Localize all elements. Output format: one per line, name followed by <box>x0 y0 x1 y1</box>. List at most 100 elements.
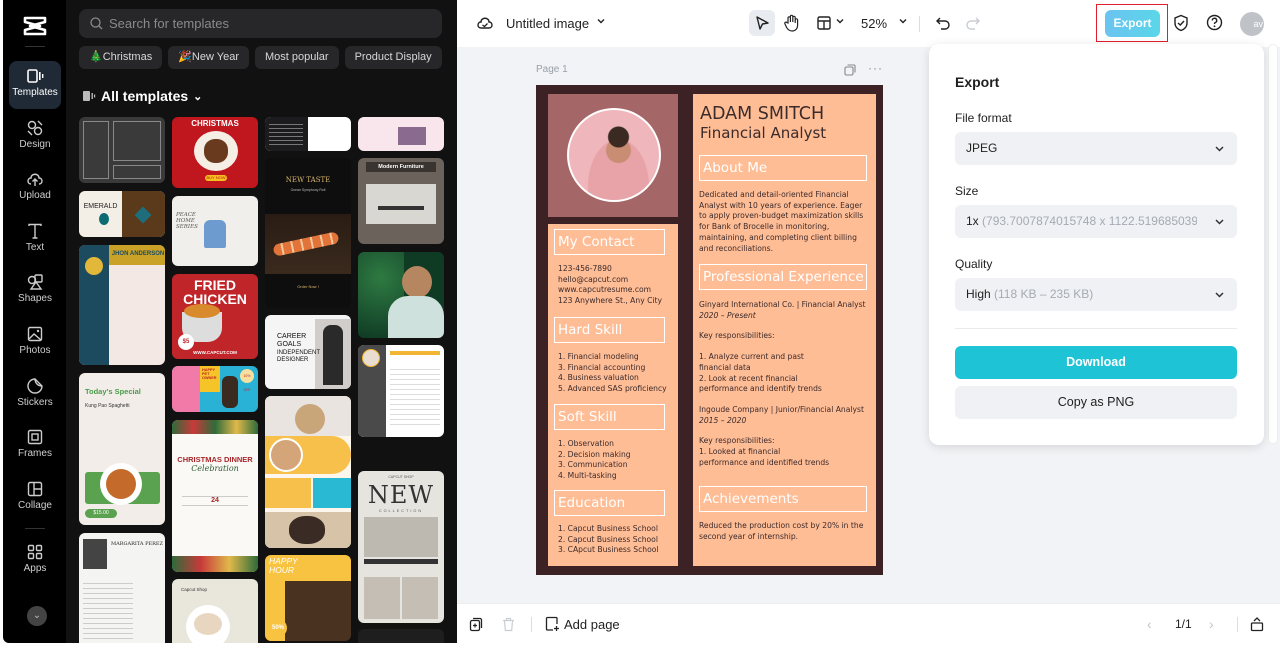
rail-label: Frames <box>18 448 52 459</box>
all-templates-dropdown[interactable]: All templates ⌄ <box>82 88 202 104</box>
file-format-value: JPEG <box>966 141 998 155</box>
resume-page[interactable]: My Contact 123-456-7890 hello@capcut.com… <box>536 85 883 575</box>
file-format-label: File format <box>955 111 1012 125</box>
rail-item-text[interactable]: Text <box>9 216 61 264</box>
soft-skill-heading[interactable]: Soft Skill <box>554 404 665 430</box>
template-card[interactable]: CAREER GOALS INDEPENDENT DESIGNER <box>265 315 351 389</box>
template-search-input[interactable]: Search for templates <box>79 9 442 38</box>
zoom-level[interactable]: 52% <box>861 16 887 31</box>
select-tool-button[interactable] <box>749 10 775 36</box>
previous-page-icon[interactable]: ‹ <box>1147 616 1152 632</box>
rail-item-collage[interactable]: Collage <box>9 474 61 522</box>
template-card[interactable]: NEW TASTE Ocean Symphony Roll Order Now … <box>265 158 351 308</box>
more-options-icon[interactable]: ··· <box>868 61 883 75</box>
achievements-text[interactable]: Reduced the production cost by 20% in th… <box>699 521 871 542</box>
trash-icon[interactable] <box>502 617 515 632</box>
experience-heading[interactable]: Professional Experience <box>699 264 867 290</box>
duplicate-page-icon[interactable] <box>469 617 483 632</box>
profile-photo[interactable] <box>567 108 661 202</box>
rail-item-frames[interactable]: Frames <box>9 422 61 470</box>
template-card[interactable] <box>265 396 351 548</box>
template-card[interactable]: CHRISTMAS DINNER Celebration 24 <box>172 420 258 572</box>
about-text[interactable]: Dedicated and detail-oriented Financial … <box>699 190 871 254</box>
hard-skill-heading[interactable]: Hard Skill <box>554 317 665 343</box>
about-heading[interactable]: About Me <box>699 155 867 181</box>
layout-icon[interactable] <box>816 15 832 31</box>
contact-list[interactable]: 123-456-7890 hello@capcut.com www.capcut… <box>558 264 662 307</box>
hard-skill-list[interactable]: 1. Financial modeling 3. Financial accou… <box>558 352 667 395</box>
shapes-icon <box>27 274 43 290</box>
experience-block[interactable]: Ginyard International Co. | Financial An… <box>699 300 874 468</box>
template-card[interactable] <box>358 117 444 151</box>
cloud-sync-icon[interactable] <box>476 15 494 31</box>
template-card[interactable]: Capcut Shop <box>172 579 258 643</box>
template-card[interactable]: CAPCUT SHOP NEW COLLECTION <box>358 471 444 623</box>
contact-phone: 123-456-7890 <box>558 264 612 273</box>
add-page-button[interactable]: Add page <box>545 616 620 632</box>
rail-expand-button[interactable]: ⌄ <box>27 606 47 626</box>
template-card[interactable]: HAPPY PET OWNER 10% OFF <box>172 366 258 412</box>
chip-christmas[interactable]: 🎄Christmas <box>79 46 163 69</box>
list-item: performance and identified trends <box>699 457 830 467</box>
rail-item-upload[interactable]: Upload <box>9 164 61 212</box>
duplicate-page-icon[interactable] <box>844 64 856 76</box>
education-list[interactable]: 1. Capcut Business School 2. Capcut Busi… <box>558 524 658 556</box>
resume-name[interactable]: ADAM SMITCH <box>700 104 824 124</box>
template-card[interactable]: EMERALD <box>79 191 165 237</box>
capcut-logo-icon[interactable] <box>22 15 48 37</box>
right-panel-scrollbar[interactable] <box>1268 44 1278 444</box>
rail-item-design[interactable]: Design <box>9 113 61 161</box>
copy-as-png-button[interactable]: Copy as PNG <box>955 386 1237 419</box>
list-item: 1. Analyze current and past <box>699 352 804 362</box>
user-avatar[interactable]: av <box>1240 12 1264 36</box>
help-circle-icon[interactable] <box>1206 14 1223 31</box>
template-card[interactable] <box>265 117 351 151</box>
toolbar-divider <box>919 16 920 32</box>
chip-product-display[interactable]: Product Display <box>344 46 442 69</box>
template-card[interactable]: MARGARITA PEREZ <box>79 533 165 643</box>
template-card[interactable]: JHON ANDERSON <box>79 245 165 365</box>
contact-heading[interactable]: My Contact <box>554 229 665 255</box>
file-format-select[interactable]: JPEG <box>955 132 1237 165</box>
undo-icon[interactable] <box>935 15 951 31</box>
template-card[interactable]: CHRISTMAS BUY NOW <box>172 117 258 188</box>
chevron-down-icon[interactable] <box>596 16 606 26</box>
rail-item-photos[interactable]: Photos <box>9 319 61 367</box>
template-card[interactable]: Modern Furniture <box>358 158 444 244</box>
chevron-down-icon[interactable] <box>898 16 908 26</box>
shield-check-icon[interactable] <box>1173 14 1189 32</box>
rail-item-apps[interactable]: Apps <box>9 537 61 585</box>
template-card[interactable] <box>358 252 444 338</box>
rail-divider <box>25 46 45 47</box>
rail-item-stickers[interactable]: Stickers <box>9 371 61 419</box>
education-heading[interactable]: Education <box>554 490 665 516</box>
template-card[interactable] <box>79 117 165 183</box>
template-card[interactable] <box>358 345 444 437</box>
list-item: 2. Capcut Business School <box>558 534 658 544</box>
chip-most-popular[interactable]: Most popular <box>255 46 339 69</box>
rail-item-shapes[interactable]: Shapes <box>9 267 61 315</box>
export-button[interactable]: Export <box>1105 10 1160 37</box>
rail-item-templates[interactable]: Templates <box>9 61 61 109</box>
redo-icon[interactable] <box>965 15 981 31</box>
expand-pages-icon[interactable] <box>1250 616 1264 632</box>
template-card[interactable]: PEACE HOME SERIES <box>172 196 258 266</box>
contact-email: hello@capcut.com <box>558 274 629 284</box>
template-card[interactable] <box>358 629 444 643</box>
chip-new-year[interactable]: 🎉New Year <box>168 46 249 69</box>
toolbar-divider <box>1237 617 1238 632</box>
templates-panel: Search for templates 🎄Christmas 🎉New Yea… <box>66 0 457 643</box>
chevron-down-icon[interactable] <box>835 16 845 26</box>
document-title[interactable]: Untitled image <box>506 16 589 31</box>
template-card[interactable]: FRIED CHICKEN $5 WWW.CAPCUT.COM <box>172 274 258 359</box>
next-page-icon[interactable]: › <box>1209 616 1214 632</box>
achievements-heading[interactable]: Achievements <box>699 486 867 512</box>
template-card[interactable]: Today's Special Kung Pao Spaghetti $15.0… <box>79 373 165 525</box>
hand-pan-tool-icon[interactable] <box>783 14 800 32</box>
soft-skill-list[interactable]: 1. Observation 2. Decision making 3. Com… <box>558 439 631 482</box>
size-select[interactable]: 1x (793.7007874015748 x 1122.51968503937 <box>955 205 1237 238</box>
download-button[interactable]: Download <box>955 346 1237 379</box>
resume-role[interactable]: Financial Analyst <box>700 124 826 142</box>
template-card[interactable]: HAPPY HOUR 50% <box>265 555 351 641</box>
quality-select[interactable]: High (118 KB – 235 KB) <box>955 278 1237 311</box>
